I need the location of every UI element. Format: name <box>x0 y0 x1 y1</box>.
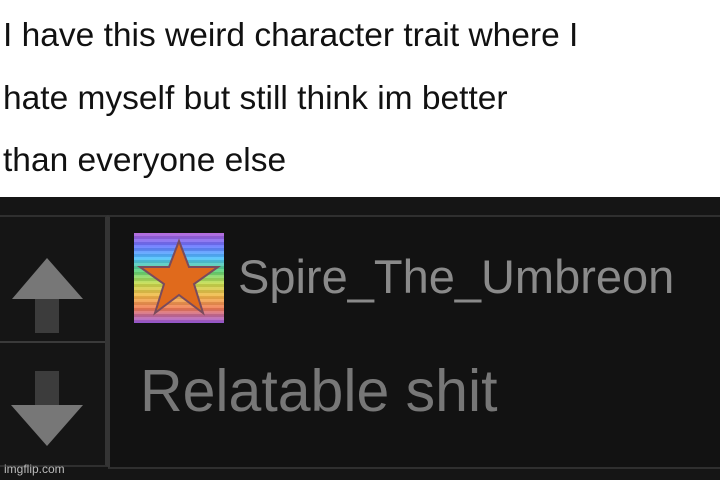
downvote-arrow-icon <box>11 371 83 446</box>
upvote-arrow-icon <box>12 258 83 333</box>
downvote-button[interactable] <box>0 341 105 467</box>
vote-column <box>0 215 108 467</box>
username[interactable]: Spire_The_Umbreon <box>238 249 674 305</box>
post-text-line-3: than everyone else <box>3 142 287 179</box>
rainbow-star-avatar-icon <box>134 233 224 323</box>
comment-body: Spire_The_Umbreon Relatable shit <box>108 215 720 469</box>
post-text-block: I have this weird character trait where … <box>0 0 720 197</box>
post-text-line-1: I have this weird character trait where … <box>3 17 579 54</box>
meme-page: I have this weird character trait where … <box>0 0 720 480</box>
imgflip-watermark: imgflip.com <box>4 462 65 476</box>
comment-text: Relatable shit <box>140 358 498 424</box>
post-text-line-2: hate myself but still think im better <box>3 80 508 117</box>
comment-panel: Spire_The_Umbreon Relatable shit <box>0 197 720 480</box>
upvote-button[interactable] <box>0 217 105 341</box>
